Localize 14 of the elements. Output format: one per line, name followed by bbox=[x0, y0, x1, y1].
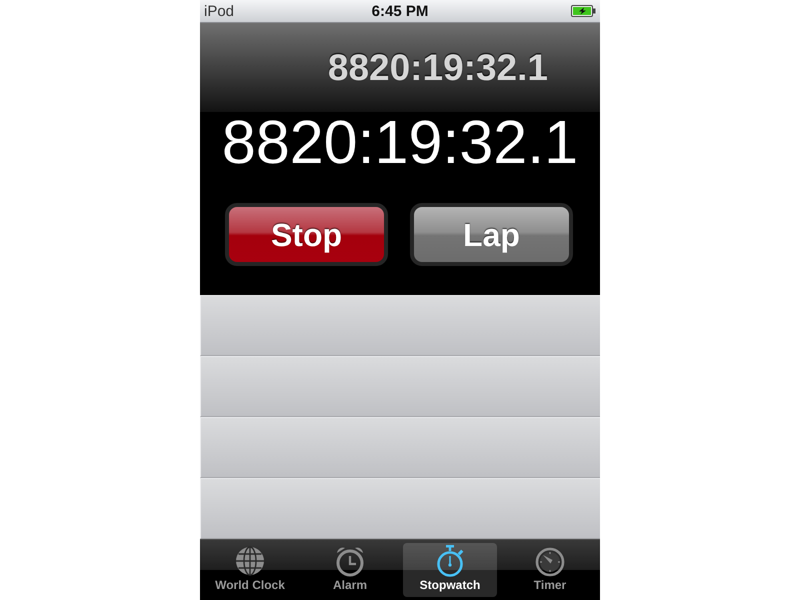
status-time: 6:45 PM bbox=[372, 4, 428, 18]
elapsed-time: 8820:19:32.1 bbox=[222, 112, 578, 173]
tab-button[interactable]: Timer bbox=[503, 543, 597, 597]
globe-icon bbox=[234, 545, 266, 577]
timer-icon bbox=[534, 545, 566, 577]
alarm-clock-icon bbox=[334, 545, 366, 577]
lap-time: 8820:19:32.1 bbox=[328, 49, 548, 86]
carrier-name: iPod bbox=[204, 4, 234, 18]
tab-button[interactable]: Stopwatch bbox=[403, 543, 497, 597]
stopwatch-icon bbox=[434, 545, 466, 577]
tab-button[interactable]: Alarm bbox=[303, 543, 397, 597]
tab-button[interactable]: World Clock bbox=[203, 543, 297, 597]
lap-button[interactable]: Lap bbox=[410, 203, 573, 266]
stop-button[interactable]: Stop bbox=[225, 203, 388, 266]
